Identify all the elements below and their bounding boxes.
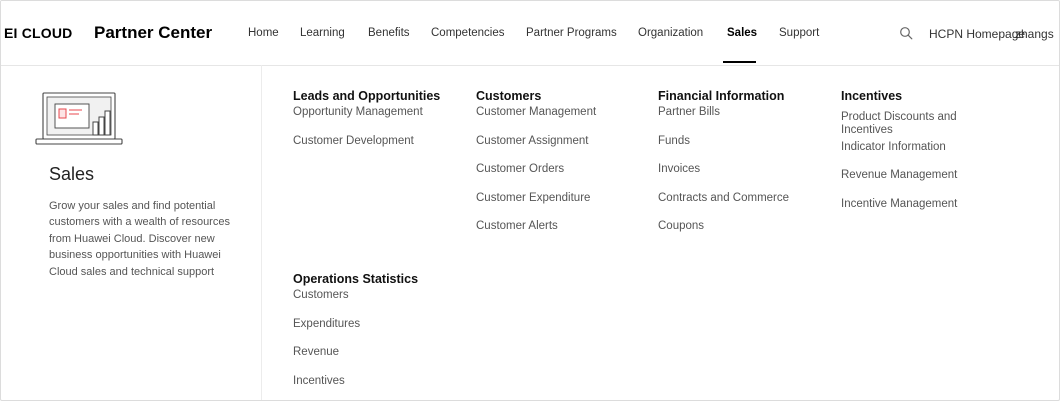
leads-opportunities-column: Leads and Opportunities Opportunity Mana… — [293, 88, 473, 162]
financial-information-column: Financial Information Partner Bills Fund… — [658, 88, 838, 248]
nav-benefits[interactable]: Benefits — [368, 27, 410, 39]
panel-divider — [261, 65, 262, 400]
nav-competencies[interactable]: Competencies — [431, 27, 505, 39]
nav-partner-programs[interactable]: Partner Programs — [526, 27, 617, 39]
customers-heading: Customers — [476, 89, 542, 103]
menu-item-partner-bills[interactable]: Partner Bills — [658, 105, 838, 134]
nav-home[interactable]: Home — [248, 27, 279, 39]
menu-item-incentive-management[interactable]: Incentive Management — [841, 197, 1021, 226]
nav-organization[interactable]: Organization — [638, 27, 703, 39]
intro-title: Sales — [49, 164, 95, 184]
financial-information-heading: Financial Information — [658, 89, 785, 103]
nav-learning[interactable]: Learning — [300, 27, 345, 39]
sales-chart-monitor-icon — [35, 92, 123, 145]
intro-description: Grow your sales and find potential custo… — [49, 200, 230, 278]
hcpn-homepage-link[interactable]: HCPN Homepage — [929, 27, 1025, 41]
incentives-column: Incentives Product Discounts and Incenti… — [841, 88, 1021, 225]
menu-item-stats-incentives[interactable]: Incentives — [293, 374, 473, 401]
operations-statistics-heading: Operations Statistics — [293, 272, 419, 286]
menu-item-invoices[interactable]: Invoices — [658, 162, 838, 191]
menu-item-opportunity-management[interactable]: Opportunity Management — [293, 105, 473, 134]
menu-item-stats-revenue[interactable]: Revenue — [293, 345, 473, 374]
brand-logo-text[interactable]: EI CLOUD — [4, 25, 73, 41]
menu-item-customer-alerts[interactable]: Customer Alerts — [476, 219, 656, 248]
customers-column: Customers Customer Management Customer A… — [476, 88, 656, 248]
nav-sales[interactable]: Sales — [727, 27, 757, 39]
search-icon[interactable] — [899, 26, 913, 40]
menu-item-stats-customers[interactable]: Customers — [293, 288, 473, 317]
menu-item-contracts-commerce[interactable]: Contracts and Commerce — [658, 191, 838, 220]
menu-item-customer-orders[interactable]: Customer Orders — [476, 162, 656, 191]
active-nav-indicator — [723, 61, 756, 63]
user-account-name[interactable]: zhangs — [1015, 27, 1054, 41]
incentives-heading: Incentives — [841, 89, 903, 103]
operations-statistics-column: Operations Statistics Customers Expendit… — [293, 271, 473, 401]
menu-item-customer-management[interactable]: Customer Management — [476, 105, 656, 134]
sales-mega-menu: EI CLOUD Partner Center Home Learning Be… — [0, 0, 1060, 401]
top-navigation-bar: EI CLOUD Partner Center Home Learning Be… — [1, 1, 1059, 66]
menu-item-customer-development[interactable]: Customer Development — [293, 134, 473, 163]
menu-item-product-discounts[interactable]: Product Discounts and Incentives — [841, 111, 991, 140]
leads-opportunities-heading: Leads and Opportunities — [293, 89, 441, 103]
menu-item-revenue-management[interactable]: Revenue Management — [841, 168, 1021, 197]
menu-item-indicator-information[interactable]: Indicator Information — [841, 140, 1021, 169]
nav-support[interactable]: Support — [779, 27, 819, 39]
menu-item-customer-expenditure[interactable]: Customer Expenditure — [476, 191, 656, 220]
menu-item-coupons[interactable]: Coupons — [658, 219, 838, 248]
menu-item-stats-expenditures[interactable]: Expenditures — [293, 317, 473, 346]
menu-item-customer-assignment[interactable]: Customer Assignment — [476, 134, 656, 163]
menu-item-funds[interactable]: Funds — [658, 134, 838, 163]
product-title[interactable]: Partner Center — [94, 23, 212, 43]
